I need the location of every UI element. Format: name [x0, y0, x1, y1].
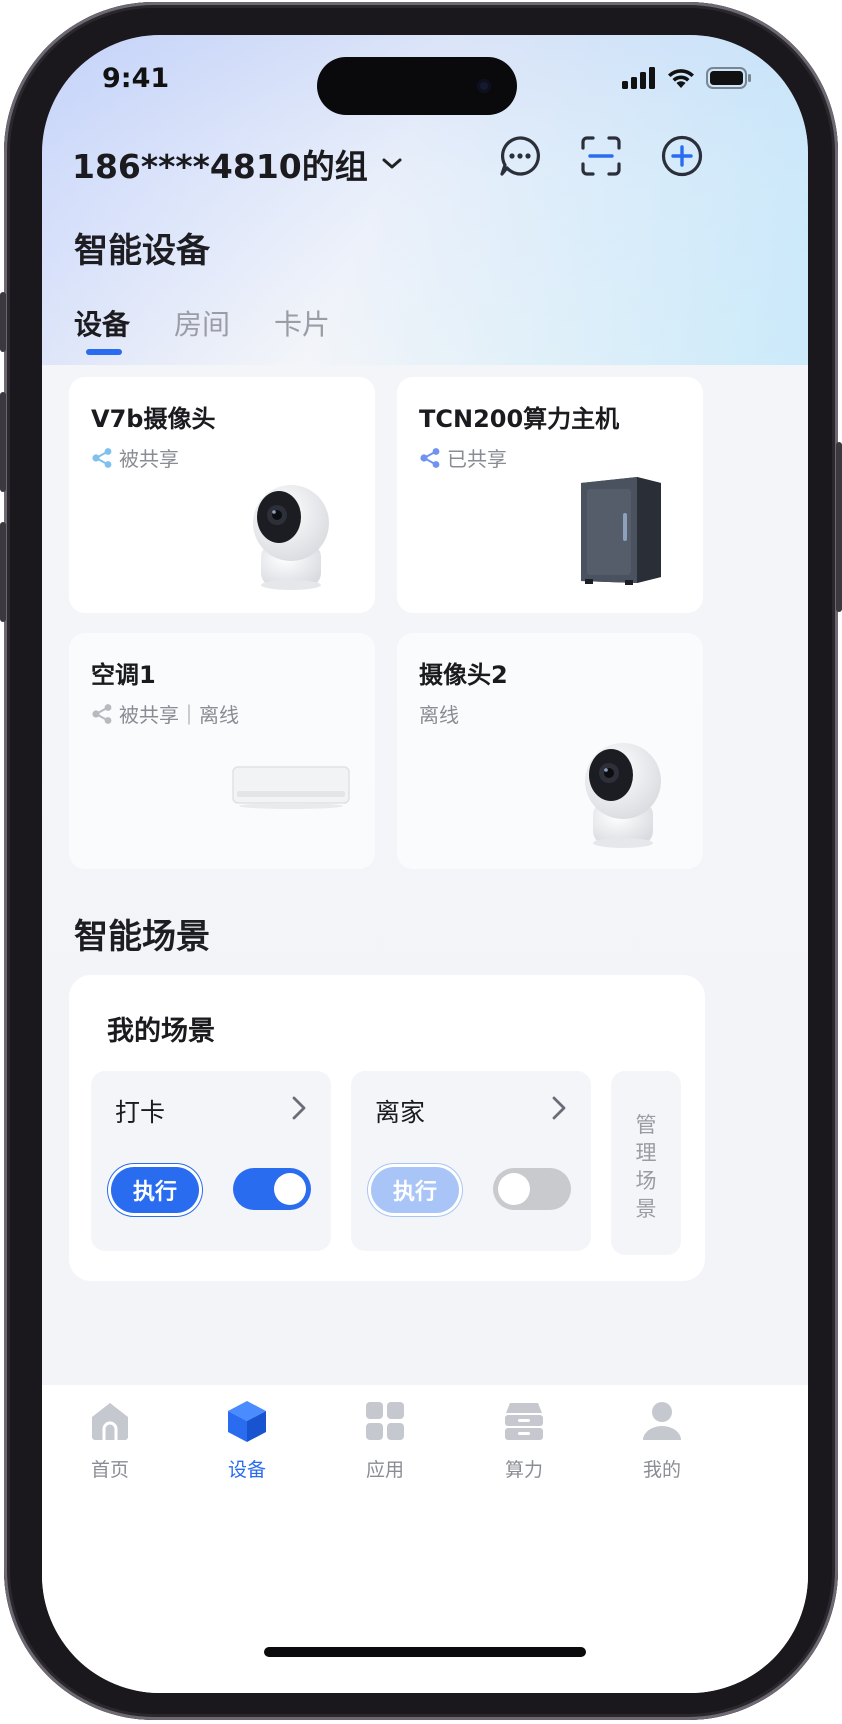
- app-screen: 9:41 186****4810的组 智能设备 设备 房间 卡片 V7b摄像头 …: [42, 35, 808, 1693]
- nav-compute[interactable]: 算力: [474, 1399, 574, 1482]
- tab-rooms[interactable]: 房间: [174, 303, 230, 343]
- device-status-text: 被共享｜离线: [119, 703, 239, 727]
- nav-devices[interactable]: 设备: [197, 1399, 297, 1482]
- device-card-air-conditioner[interactable]: 空调1 被共享｜离线: [69, 633, 375, 869]
- device-status-text: 已共享: [447, 447, 507, 471]
- device-status-text: 离线: [419, 703, 459, 727]
- nav-label: 首页: [90, 1459, 129, 1481]
- scene-name: 离家: [375, 1098, 426, 1127]
- air-conditioner-image: [232, 766, 350, 809]
- my-scenes-panel: 我的场景 打卡 执行 离家 执行 管理场景: [69, 975, 705, 1281]
- group-selector[interactable]: 186****4810的组: [72, 140, 404, 188]
- share-icon: [420, 447, 440, 468]
- device-status-text: 被共享: [119, 447, 179, 471]
- home-icon: [92, 1403, 128, 1440]
- nav-label: 我的: [642, 1459, 681, 1481]
- scene-card-leave-home[interactable]: 离家 执行: [351, 1071, 591, 1251]
- devices-section-title: 智能设备: [74, 231, 210, 271]
- device-name: 空调1: [91, 661, 156, 689]
- device-card-camera-2[interactable]: 摄像头2 离线: [397, 633, 703, 869]
- scene-toggle[interactable]: [493, 1168, 571, 1210]
- execute-button[interactable]: 执行: [371, 1167, 459, 1213]
- execute-button[interactable]: 执行: [111, 1167, 199, 1213]
- share-icon: [92, 703, 112, 724]
- my-scenes-title: 我的场景: [107, 1016, 215, 1047]
- device-card-tcn200-host[interactable]: TCN200算力主机 已共享: [397, 377, 703, 613]
- nav-profile[interactable]: 我的: [612, 1399, 712, 1482]
- wifi-icon: [668, 69, 694, 88]
- profile-icon: [643, 1402, 681, 1440]
- device-name: V7b摄像头: [91, 405, 216, 433]
- scene-toggle[interactable]: [233, 1168, 311, 1210]
- scene-card-clock-in[interactable]: 打卡 执行: [91, 1071, 331, 1251]
- dynamic-island: [317, 57, 517, 115]
- volume-up-button: [0, 392, 6, 492]
- tab-devices[interactable]: 设备: [74, 303, 130, 343]
- phone-frame: 9:41 186****4810的组 智能设备 设备 房间 卡片 V7b摄像头 …: [0, 2, 842, 1720]
- mute-switch: [0, 292, 6, 352]
- scenes-section-title: 智能场景: [74, 917, 210, 957]
- device-status: 已共享: [419, 443, 507, 472]
- device-tabs: 设备 房间 卡片: [74, 303, 330, 343]
- device-status: 离线: [419, 699, 459, 728]
- nav-home[interactable]: 首页: [60, 1399, 160, 1482]
- nav-label: 应用: [365, 1459, 404, 1481]
- manage-scenes-label: 管理场景: [635, 1113, 657, 1221]
- status-icons: [622, 67, 752, 89]
- device-name: 摄像头2: [419, 661, 508, 689]
- chat-icon[interactable]: [498, 134, 542, 178]
- chevron-right-icon[interactable]: [291, 1095, 307, 1121]
- tab-cards[interactable]: 卡片: [274, 303, 330, 343]
- chevron-down-icon: [382, 158, 402, 169]
- device-card-v7b-camera[interactable]: V7b摄像头 被共享: [69, 377, 375, 613]
- apps-grid-icon: [366, 1402, 404, 1440]
- home-indicator[interactable]: [264, 1647, 586, 1657]
- power-button: [836, 442, 842, 612]
- group-name: 186****4810的组: [72, 147, 368, 186]
- add-icon[interactable]: [660, 134, 704, 178]
- scene-name: 打卡: [115, 1098, 166, 1127]
- active-tab-indicator: [86, 349, 122, 355]
- server-image: [581, 477, 661, 585]
- manage-scenes-button[interactable]: 管理场景: [611, 1071, 681, 1255]
- compute-icon: [505, 1403, 543, 1440]
- camera-image: [585, 743, 661, 848]
- device-name: TCN200算力主机: [419, 405, 620, 433]
- device-status: 被共享｜离线: [91, 699, 239, 728]
- device-cube-icon: [228, 1401, 266, 1442]
- signal-icon: [622, 67, 655, 89]
- nav-label: 设备: [227, 1459, 266, 1481]
- battery-icon: [706, 67, 751, 89]
- status-time: 9:41: [102, 63, 170, 94]
- camera-image: [253, 485, 329, 590]
- volume-down-button: [0, 522, 6, 622]
- device-status: 被共享: [91, 443, 179, 472]
- scan-icon[interactable]: [579, 134, 623, 178]
- nav-apps[interactable]: 应用: [335, 1399, 435, 1482]
- share-icon: [92, 447, 112, 468]
- nav-label: 算力: [504, 1459, 543, 1481]
- chevron-right-icon[interactable]: [551, 1095, 567, 1121]
